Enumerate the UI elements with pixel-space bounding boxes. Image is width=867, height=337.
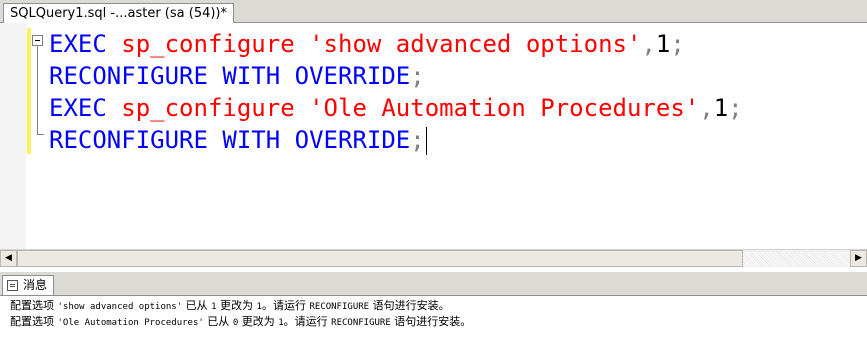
code-token: , [699,94,714,122]
outline-line [37,46,38,134]
collapse-icon[interactable] [32,35,43,46]
message-segment: 已从 [203,315,233,328]
messages-pane: 配置选项 'show advanced options' 已从 1 更改为 1。… [10,298,471,330]
code-token: 1 [713,94,729,122]
code-line[interactable]: RECONFIGURE WITH OVERRIDE; [49,124,743,156]
code-area[interactable]: EXEC sp_configure 'show advanced options… [49,28,743,156]
code-token: ; [670,30,685,58]
code-token: RECONFIGURE [49,126,208,154]
message-segment: 语句进行安装。 [369,299,450,312]
scroll-left-icon[interactable]: ◀ [0,250,17,267]
document-tab-strip: SQLQuery1.sql -...aster (sa (54))* [0,0,867,23]
scroll-right-icon[interactable]: ▶ [850,250,867,267]
query-editor[interactable]: EXEC sp_configure 'show advanced options… [0,23,867,249]
message-segment: 'Ole Automation Procedures' [57,318,204,328]
message-segment: 语句进行安装。 [390,315,472,328]
results-tab-strip: 消息 [0,272,867,296]
code-token: 'Ole Automation Procedures' [309,94,700,122]
tab-messages-label: 消息 [23,278,48,292]
message-segment: 。请运行 [283,315,332,328]
horizontal-scrollbar[interactable]: ◀ ▶ [0,249,867,267]
code-token: RECONFIGURE [49,62,208,90]
code-token: OVERRIDE [294,126,411,154]
code-token: 1 [655,30,671,58]
editor-gutter [0,23,26,249]
text-caret [425,127,427,155]
code-token: sp_configure [121,30,295,58]
code-token: ; [410,126,425,154]
code-token: sp_configure [121,94,295,122]
message-segment: 'show advanced options' [57,302,183,312]
message-segment: RECONFIGURE [331,318,391,328]
code-token: WITH [222,126,281,154]
code-token: EXEC [49,30,107,58]
code-token: ; [410,62,425,90]
message-segment: 配置选项 [10,315,58,328]
scroll-thumb[interactable] [17,250,743,267]
message-segment: 更改为 [238,315,279,328]
code-token: , [641,30,656,58]
message-segment: 配置选项 [10,299,58,312]
tab-messages[interactable]: 消息 [2,275,54,295]
change-tracking-bar [27,28,31,154]
message-segment: 。请运行 [261,299,310,312]
code-line[interactable]: RECONFIGURE WITH OVERRIDE; [49,60,743,92]
message-line: 配置选项 'show advanced options' 已从 1 更改为 1。… [10,298,471,314]
code-token: OVERRIDE [294,62,411,90]
message-segment: 更改为 [216,299,257,312]
message-segment: 已从 [182,299,212,312]
query-document-tab[interactable]: SQLQuery1.sql -...aster (sa (54))* [3,3,235,23]
code-token: EXEC [49,94,107,122]
code-line[interactable]: EXEC sp_configure 'show advanced options… [49,28,743,60]
message-segment: RECONFIGURE [309,302,370,312]
outline-end [37,134,44,135]
messages-icon [7,280,18,291]
code-token: WITH [222,62,281,90]
code-token: ; [728,94,743,122]
code-token: 'show advanced options' [309,30,642,58]
message-line: 配置选项 'Ole Automation Procedures' 已从 0 更改… [10,314,471,330]
code-line[interactable]: EXEC sp_configure 'Ole Automation Proced… [49,92,743,124]
